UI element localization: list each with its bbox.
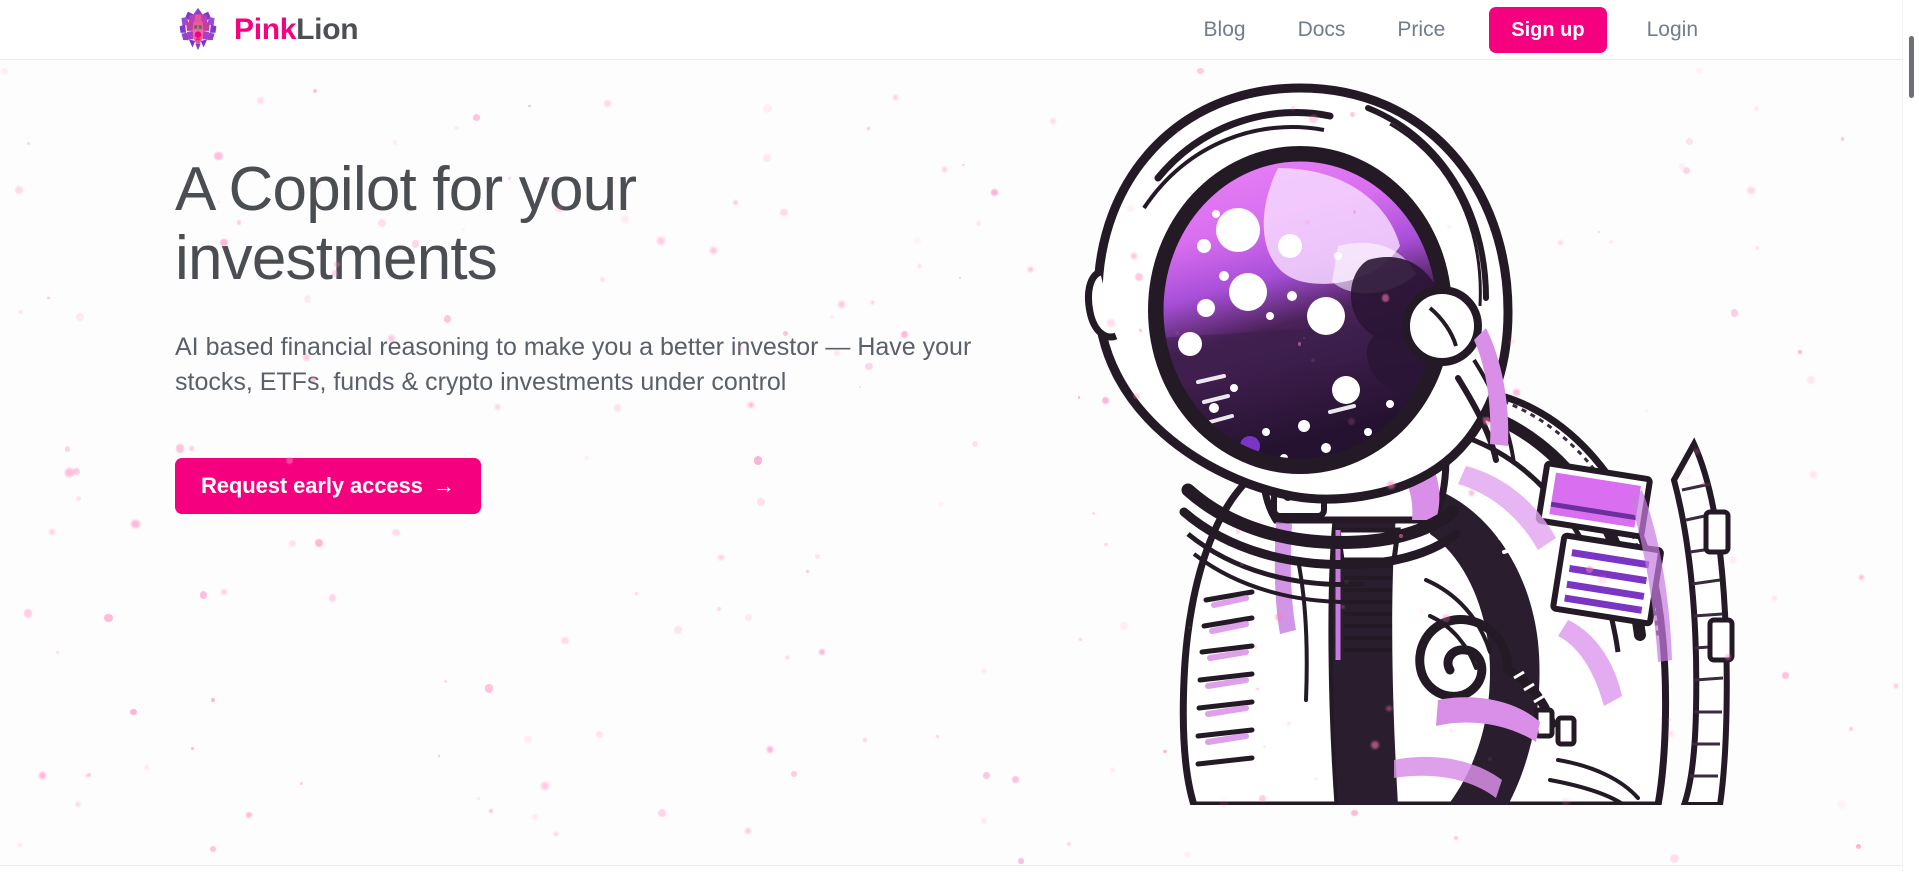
request-early-access-button[interactable]: Request early access → <box>175 457 481 514</box>
arrow-right-icon: → <box>432 472 455 498</box>
lion-head-icon <box>175 7 221 53</box>
hero-copy: A Copilot for your investments AI based … <box>175 155 1005 514</box>
nav-item-blog[interactable]: Blog <box>1178 0 1272 60</box>
astronaut-illustration <box>1038 60 1758 805</box>
brand-name: PinkLion <box>234 12 359 47</box>
cta-label: Request early access <box>201 472 423 498</box>
footer-strip <box>0 866 1902 872</box>
brand-logo-link[interactable]: PinkLion <box>175 7 359 53</box>
site-header: PinkLion Blog Docs Price Sign up Login <box>0 0 1908 60</box>
nav-item-login[interactable]: Login <box>1621 0 1724 60</box>
page-scrollbar-thumb[interactable] <box>1909 36 1914 98</box>
brand-name-second: Lion <box>296 12 359 46</box>
landing-page: PinkLion Blog Docs Price Sign up Login A… <box>0 0 1919 872</box>
hero-subtitle: AI based financial reasoning to make you… <box>175 332 972 397</box>
page-title: A Copilot for your investments <box>175 155 637 294</box>
footer-divider <box>0 865 1902 866</box>
hero-section: A Copilot for your investments AI based … <box>0 60 1908 805</box>
main-nav: Blog Docs Price Sign up Login <box>1178 0 1724 60</box>
nav-item-docs[interactable]: Docs <box>1272 0 1372 60</box>
brand-name-first: Pink <box>234 12 297 46</box>
signup-button[interactable]: Sign up <box>1489 7 1607 53</box>
page-scrollbar-track[interactable] <box>1902 0 1919 872</box>
nav-item-price[interactable]: Price <box>1371 0 1471 60</box>
